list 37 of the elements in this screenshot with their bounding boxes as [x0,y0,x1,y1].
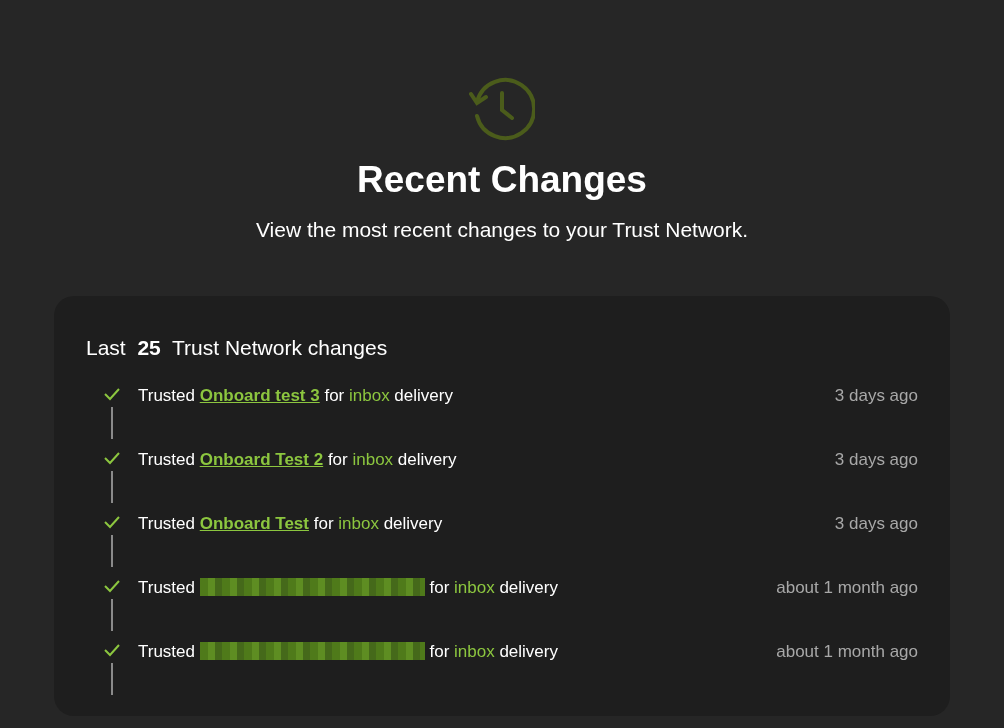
change-text: Trusted [138,642,196,662]
change-text: Trusted [138,578,196,598]
change-text: for [323,386,346,406]
change-text: for [326,450,349,470]
change-text: delivery [396,450,457,470]
timestamp: 3 days ago [834,385,918,408]
channel-name: inbox [349,386,390,406]
item-link[interactable]: Onboard Test [199,514,309,534]
page-title: Recent Changes [356,158,648,202]
change-text: delivery [498,578,558,598]
channel-name: inbox [338,514,379,534]
change-text: Trusted [138,514,196,534]
card-title: Last 25 Trust Network changes [86,334,389,361]
change-text: delivery [393,386,453,406]
check-icon [103,579,121,594]
change-text: delivery [498,642,558,662]
check-icon [103,515,121,530]
change-text: for [428,642,451,662]
item-link[interactable]: Onboard test 3 [199,386,320,406]
item-link[interactable]: Onboard Test 2 [199,450,324,470]
check-icon [103,643,121,658]
check-icon [103,387,121,402]
timestamp: about 1 month ago [776,577,918,600]
change-text: Trusted [138,386,196,406]
channel-name: inbox [352,450,394,470]
channel-name: inbox [454,642,495,662]
timestamp: 3 days ago [834,513,918,536]
history-icon [469,76,535,142]
timestamp: about 1 month ago [776,641,918,664]
page-subtitle: View the most recent changes to your Trust Network. [254,217,750,244]
change-text: delivery [382,514,443,534]
change-text: for [312,514,335,534]
channel-name: inbox [454,578,495,598]
change-text: Trusted [138,450,196,470]
change-text: for [428,578,451,598]
timestamp: 3 days ago [834,449,918,472]
check-icon [103,451,121,466]
